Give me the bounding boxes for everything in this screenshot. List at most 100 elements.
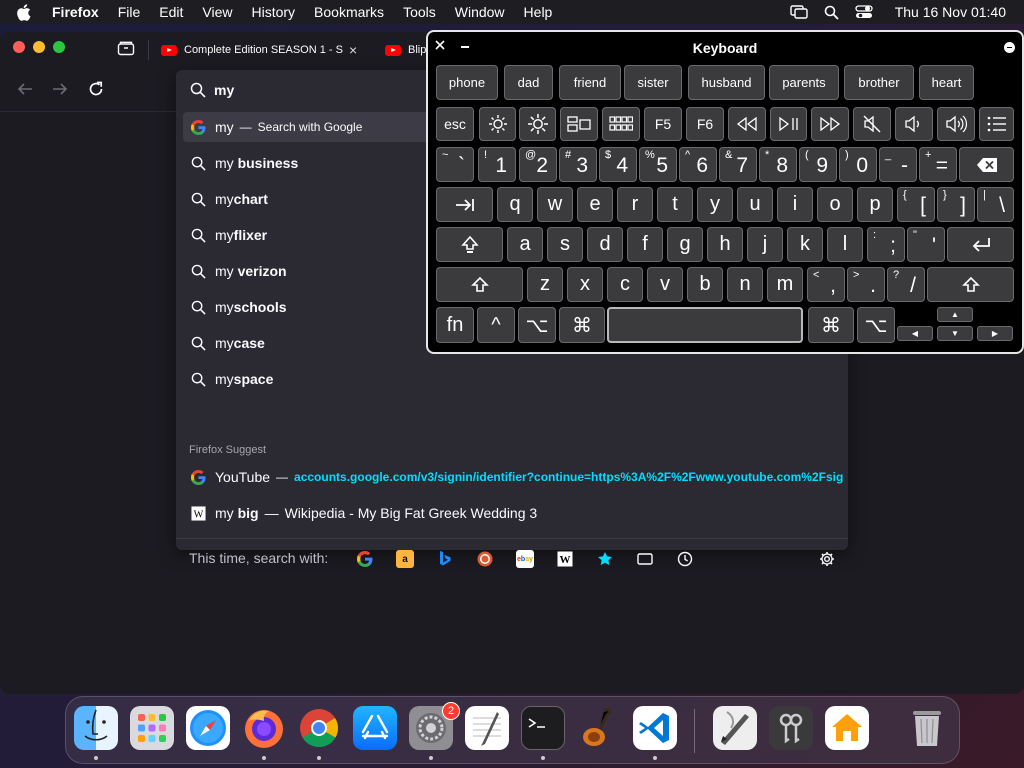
script-editor-icon[interactable] — [713, 706, 757, 750]
volume-up-icon[interactable] — [937, 107, 975, 141]
prediction-key[interactable]: friend — [559, 65, 621, 100]
key-c[interactable]: c — [607, 267, 643, 302]
key-4[interactable]: $4 — [599, 147, 637, 182]
key-v[interactable]: v — [647, 267, 683, 302]
mute-icon[interactable] — [853, 107, 891, 141]
key-0[interactable]: ) 0 — [839, 147, 877, 182]
suggestion-wikipedia[interactable]: W my big — Wikipedia - My Big Fat Greek … — [183, 498, 843, 528]
screen-mirroring-icon[interactable] — [790, 5, 808, 19]
prediction-key[interactable]: sister — [624, 65, 682, 100]
menu-tools[interactable]: Tools — [403, 4, 436, 20]
ebay-icon[interactable]: ebay — [516, 550, 534, 568]
firefox-view-icon[interactable] — [117, 40, 135, 56]
keychain-access-icon[interactable] — [769, 706, 813, 750]
control-key[interactable]: ^ — [477, 307, 515, 343]
control-center-icon[interactable] — [855, 5, 873, 19]
play-pause-icon[interactable] — [770, 107, 807, 141]
key-2[interactable]: @2 — [519, 147, 557, 182]
brightness-up-icon[interactable] — [519, 107, 556, 141]
home-icon[interactable] — [825, 706, 869, 750]
key-r[interactable]: r — [617, 187, 653, 222]
key-backtick[interactable]: ~ ` — [436, 147, 474, 182]
spotlight-search-icon[interactable] — [824, 5, 839, 20]
close-tab-icon[interactable]: × — [349, 42, 357, 58]
key-quote[interactable]: " ' — [907, 227, 945, 262]
key-right-bracket[interactable]: }] — [937, 187, 975, 222]
key-d[interactable]: d — [587, 227, 623, 262]
key-9[interactable]: (9 — [799, 147, 837, 182]
key-7[interactable]: & 7 — [719, 147, 757, 182]
rewind-icon[interactable] — [728, 107, 766, 141]
key-m[interactable]: m — [767, 267, 803, 302]
delete-backspace-icon[interactable] — [959, 147, 1014, 182]
key-l[interactable]: l — [827, 227, 863, 262]
tab-youtube-1[interactable]: Complete Edition SEASON 1 - S × — [161, 32, 367, 68]
fn-key[interactable]: fn — [436, 307, 474, 343]
key-1[interactable]: ! 1 — [478, 147, 516, 182]
menu-view[interactable]: View — [202, 4, 232, 20]
key-semicolon[interactable]: :; — [867, 227, 905, 262]
menu-clock[interactable]: Thu 16 Nov 01:40 — [895, 4, 1006, 20]
key-8[interactable]: * 8 — [759, 147, 797, 182]
history-icon[interactable] — [676, 550, 694, 568]
chrome-icon[interactable] — [297, 706, 341, 750]
tab-key-icon[interactable] — [436, 187, 493, 222]
arrow-left-icon[interactable]: ◀ — [897, 326, 933, 341]
key-f[interactable]: f — [627, 227, 663, 262]
key-k[interactable]: k — [787, 227, 823, 262]
volume-down-icon[interactable] — [895, 107, 933, 141]
key-h[interactable]: h — [707, 227, 743, 262]
right-option-key[interactable]: ⌥ — [857, 307, 895, 343]
key-5[interactable]: % 5 — [639, 147, 677, 182]
key-y[interactable]: y — [697, 187, 733, 222]
prediction-key[interactable]: phone — [436, 65, 498, 100]
key-w[interactable]: w — [537, 187, 573, 222]
space-bar[interactable] — [607, 307, 803, 343]
command-key[interactable]: ⌘ — [559, 307, 605, 343]
suggestion-youtube[interactable]: YouTube — accounts.google.com/v3/signin/… — [183, 462, 843, 492]
key-s[interactable]: s — [547, 227, 583, 262]
prediction-key[interactable]: brother — [844, 65, 914, 100]
minimize-window-button[interactable] — [33, 41, 45, 53]
garageband-icon[interactable] — [577, 706, 621, 750]
textedit-icon[interactable] — [465, 706, 509, 750]
key-z[interactable]: z — [527, 267, 563, 302]
search-settings-gear-icon[interactable] — [818, 550, 836, 568]
menu-app-name[interactable]: Firefox — [52, 4, 99, 20]
options-icon[interactable] — [1004, 42, 1015, 53]
apple-menu-icon[interactable] — [16, 3, 38, 21]
vscode-icon[interactable] — [633, 706, 677, 750]
key-o[interactable]: o — [817, 187, 853, 222]
wikipedia-icon[interactable]: W — [556, 550, 574, 568]
launchpad-icon[interactable] — [602, 107, 640, 141]
key-equals[interactable]: + = — [919, 147, 957, 182]
key-p[interactable]: p — [857, 187, 893, 222]
amazon-icon[interactable]: a — [396, 550, 414, 568]
key-a[interactable]: a — [507, 227, 543, 262]
mission-control-icon[interactable] — [560, 107, 598, 141]
safari-icon[interactable] — [186, 706, 230, 750]
launchpad-icon[interactable] — [130, 706, 174, 750]
key-t[interactable]: t — [657, 187, 693, 222]
tabs-icon[interactable] — [636, 550, 654, 568]
prediction-key[interactable]: husband — [688, 65, 765, 100]
caps-lock-icon[interactable] — [436, 227, 503, 262]
key-q[interactable]: q — [497, 187, 533, 222]
right-shift-icon[interactable] — [927, 267, 1014, 302]
zoom-window-button[interactable] — [53, 41, 65, 53]
finder-icon[interactable] — [74, 706, 118, 750]
prediction-key[interactable]: parents — [769, 65, 839, 100]
close-window-button[interactable] — [13, 41, 25, 53]
key-g[interactable]: g — [667, 227, 703, 262]
f5-key[interactable]: F5 — [644, 107, 682, 141]
firefox-icon[interactable] — [242, 706, 286, 750]
menu-bookmarks[interactable]: Bookmarks — [314, 4, 384, 20]
bookmarks-icon[interactable] — [596, 550, 614, 568]
key-b[interactable]: b — [687, 267, 723, 302]
arrow-down-icon[interactable]: ▼ — [937, 326, 973, 341]
left-shift-icon[interactable] — [436, 267, 523, 302]
key-n[interactable]: n — [727, 267, 763, 302]
key-i[interactable]: i — [777, 187, 813, 222]
menu-help[interactable]: Help — [524, 4, 553, 20]
bing-icon[interactable] — [436, 550, 454, 568]
